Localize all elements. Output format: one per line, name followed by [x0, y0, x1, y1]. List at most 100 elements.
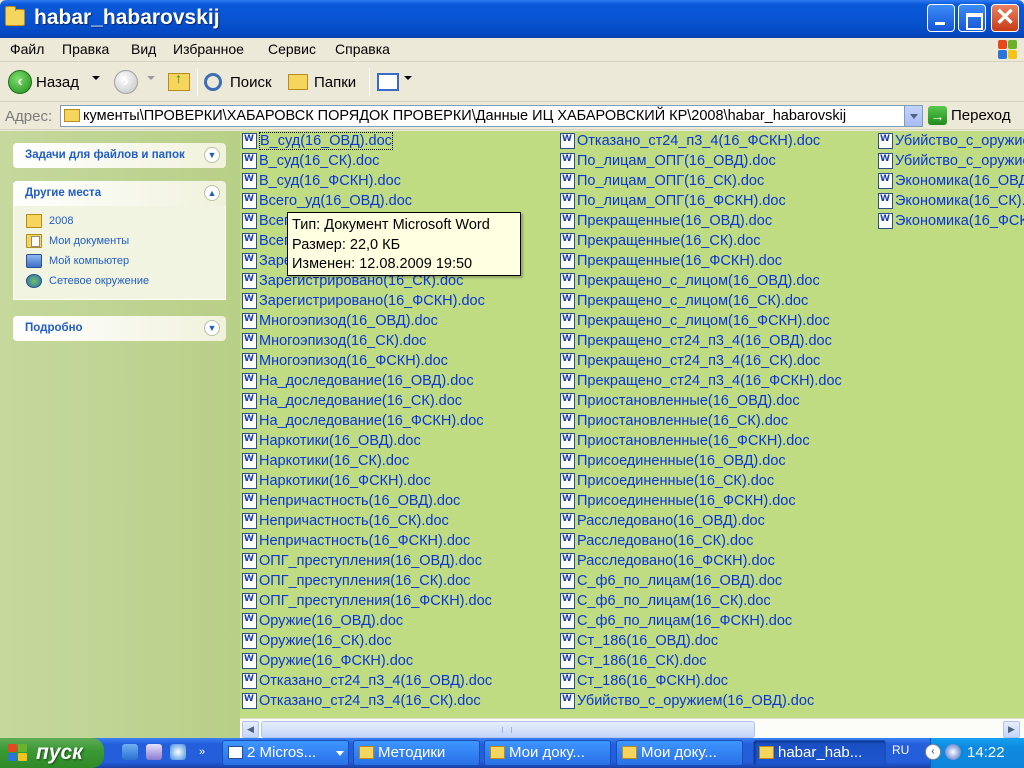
file-item[interactable]: Наркотики(16_ОВД).doc [242, 431, 421, 451]
file-item[interactable]: Оружие(16_СК).doc [242, 631, 392, 651]
menu-edit[interactable]: Правка [62, 41, 109, 57]
search-button[interactable]: Поиск [204, 68, 272, 96]
quicklaunch-app-icon[interactable] [146, 744, 162, 760]
file-item[interactable]: Убийство_с_оружием(16_ФСКН).doc [878, 151, 1024, 171]
menu-favorites[interactable]: Избранное [173, 41, 244, 57]
file-item[interactable]: На_доследование(16_СК).doc [242, 391, 462, 411]
file-item[interactable]: Экономика(16_СК).doc [878, 191, 1024, 211]
taskbar-button-my-docs-2[interactable]: Мои доку... [616, 740, 743, 766]
file-item[interactable]: Ст_186(16_ОВД).doc [560, 631, 718, 651]
place-item-my-documents[interactable]: Мои документы [26, 234, 129, 248]
file-item[interactable]: Непричастность(16_ФСКН).doc [242, 531, 470, 551]
place-item-my-computer[interactable]: Мой компьютер [26, 254, 129, 268]
forward-dropdown-icon[interactable] [147, 76, 155, 80]
file-item[interactable]: С_ф6_по_лицам(16_ФСКН).doc [560, 611, 792, 631]
address-input[interactable]: кументы\ПРОВЕРКИ\ХАБАРОВСК ПОРЯДОК ПРОВЕ… [60, 105, 923, 127]
details-panel-header[interactable]: Подробно ▼ [13, 316, 226, 341]
menu-file[interactable]: Файл [10, 41, 44, 57]
file-item[interactable]: Наркотики(16_ФСКН).doc [242, 471, 431, 491]
file-item[interactable]: Убийство_с_оружием(16_СК).doc [878, 131, 1024, 151]
file-item[interactable]: Экономика(16_ОВД).doc [878, 171, 1024, 191]
file-item[interactable]: Всего_уд(16_ОВД).doc [242, 191, 412, 211]
show-desktop-icon[interactable] [122, 744, 138, 760]
chevron-down-icon[interactable]: ▼ [204, 147, 220, 163]
file-item[interactable]: Расследовано(16_ОВД).doc [560, 511, 765, 531]
file-item[interactable]: По_лицам_ОПГ(16_ФСКН).doc [560, 191, 786, 211]
chevron-up-icon[interactable]: ▲ [204, 185, 220, 201]
file-item[interactable]: Расследовано(16_СК).doc [560, 531, 753, 551]
taskbar-button-habar[interactable]: habar_hab... [753, 740, 886, 766]
file-item[interactable]: ОПГ_преступления(16_ОВД).doc [242, 551, 482, 571]
menu-view[interactable]: Вид [131, 41, 156, 57]
file-item[interactable]: Приостановленные(16_ОВД).doc [560, 391, 800, 411]
title-bar[interactable]: habar_habarovskij ✕ [0, 0, 1024, 38]
back-button[interactable]: ‹ Назад [8, 68, 79, 96]
quicklaunch-expand-icon[interactable]: » [199, 746, 205, 758]
places-panel-header[interactable]: Другие места ▲ [13, 181, 226, 206]
file-item[interactable]: Непричастность(16_ОВД).doc [242, 491, 460, 511]
file-item[interactable]: Ст_186(16_ФСКН).doc [560, 671, 728, 691]
file-item[interactable]: Прекращено_с_лицом(16_ОВД).doc [560, 271, 820, 291]
file-item[interactable]: Приостановленные(16_ФСКН).doc [560, 431, 810, 451]
scroll-right-icon[interactable]: ▶ [1003, 721, 1020, 738]
file-item[interactable]: Присоединенные(16_ОВД).doc [560, 451, 786, 471]
chevron-down-icon[interactable]: ▼ [204, 320, 220, 336]
up-folder-button[interactable]: ↑ [168, 68, 190, 96]
go-button[interactable]: → Переход [928, 106, 1011, 125]
file-item[interactable]: В_суд(16_ФСКН).doc [242, 171, 401, 191]
file-item[interactable]: На_доследование(16_ФСКН).doc [242, 411, 484, 431]
back-dropdown-icon[interactable] [92, 76, 100, 80]
file-item[interactable]: Многоэпизод(16_СК).doc [242, 331, 426, 351]
file-item[interactable]: Приостановленные(16_СК).doc [560, 411, 788, 431]
minimize-button[interactable] [927, 4, 955, 32]
taskbar-button-metodiki[interactable]: Методики [353, 740, 480, 766]
forward-button[interactable]: › [114, 68, 142, 96]
file-item[interactable]: Многоэпизод(16_ФСКН).doc [242, 351, 448, 371]
file-item[interactable]: По_лицам_ОПГ(16_ОВД).doc [560, 151, 776, 171]
file-item[interactable]: Прекращено_ст24_п3_4(16_ОВД).doc [560, 331, 832, 351]
taskbar-button-my-docs-1[interactable]: Мои доку... [484, 740, 611, 766]
file-item[interactable]: Прекращено_с_лицом(16_ФСКН).doc [560, 311, 830, 331]
tasks-panel-header[interactable]: Задачи для файлов и папок ▼ [13, 143, 226, 168]
tray-expand-icon[interactable]: ‹ [925, 744, 941, 760]
close-button[interactable]: ✕ [991, 4, 1019, 32]
file-item[interactable]: Прекращено_с_лицом(16_СК).doc [560, 291, 808, 311]
network-tray-icon[interactable] [945, 744, 961, 760]
file-item[interactable]: Ст_186(16_СК).doc [560, 651, 707, 671]
views-dropdown-icon[interactable] [404, 76, 412, 80]
file-item[interactable]: Прекращено_ст24_п3_4(16_ФСКН).doc [560, 371, 842, 391]
clock[interactable]: 14:22 [967, 744, 1005, 761]
address-dropdown-button[interactable] [904, 106, 922, 126]
file-item[interactable]: Многоэпизод(16_ОВД).doc [242, 311, 438, 331]
place-item-2008[interactable]: 2008 [26, 214, 73, 228]
file-item[interactable]: Отказано_ст24_п3_4(16_СК).doc [242, 691, 481, 711]
file-item[interactable]: Расследовано(16_ФСКН).doc [560, 551, 775, 571]
menu-tools[interactable]: Сервис [268, 41, 316, 57]
language-indicator[interactable]: RU [892, 743, 909, 757]
views-button[interactable] [377, 68, 399, 96]
menu-help[interactable]: Справка [335, 41, 390, 57]
file-item[interactable]: По_лицам_ОПГ(16_СК).doc [560, 171, 764, 191]
place-item-network[interactable]: Сетевое окружение [26, 274, 149, 288]
internet-explorer-icon[interactable] [170, 744, 186, 760]
file-item[interactable]: Оружие(16_ОВД).doc [242, 611, 403, 631]
folders-button[interactable]: Папки [288, 68, 356, 96]
file-item[interactable]: В_суд(16_ОВД).doc [242, 131, 393, 151]
file-item[interactable]: В_суд(16_СК).doc [242, 151, 379, 171]
start-button[interactable]: пуск [0, 738, 104, 768]
file-item[interactable]: Отказано_ст24_п3_4(16_ОВД).doc [242, 671, 492, 691]
file-item[interactable]: Прекращенные(16_СК).doc [560, 231, 761, 251]
file-item[interactable]: Убийство_с_оружием(16_ОВД).doc [560, 691, 814, 711]
file-item[interactable]: На_доследование(16_ОВД).doc [242, 371, 474, 391]
file-item[interactable]: Прекращенные(16_ФСКН).doc [560, 251, 782, 271]
file-item[interactable]: Оружие(16_ФСКН).doc [242, 651, 413, 671]
file-item[interactable]: Прекращено_ст24_п3_4(16_СК).doc [560, 351, 820, 371]
horizontal-scrollbar[interactable]: ◀ ▶ [240, 718, 1024, 738]
file-item[interactable]: Наркотики(16_СК).doc [242, 451, 409, 471]
file-item[interactable]: ОПГ_преступления(16_СК).doc [242, 571, 470, 591]
file-item[interactable]: Отказано_ст24_п3_4(16_ФСКН).doc [560, 131, 820, 151]
file-item[interactable]: Непричастность(16_СК).doc [242, 511, 449, 531]
file-item[interactable]: Прекращенные(16_ОВД).doc [560, 211, 772, 231]
file-item[interactable]: Зарегистрировано(16_ФСКН).doc [242, 291, 485, 311]
taskbar-button-word[interactable]: 2 Micros... [222, 740, 349, 766]
